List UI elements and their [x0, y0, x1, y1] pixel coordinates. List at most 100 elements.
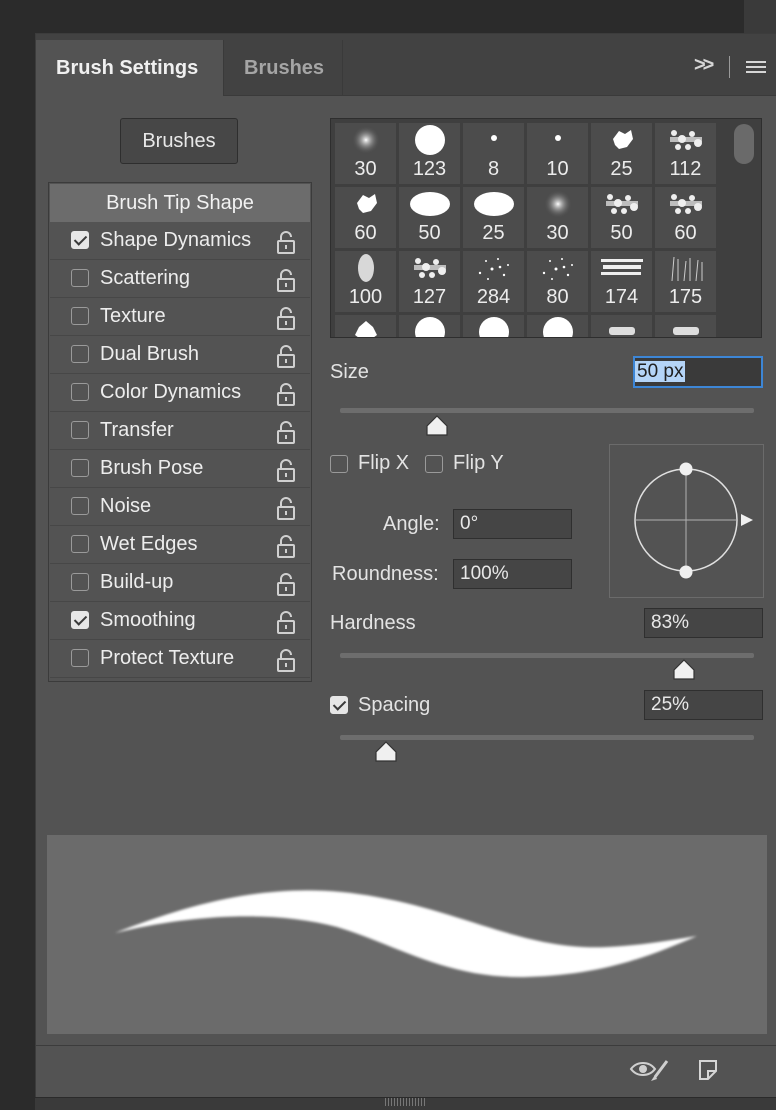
brush-size-label: 174 — [604, 286, 639, 308]
lock-icon[interactable] — [275, 306, 297, 335]
size-slider-handle[interactable] — [425, 415, 449, 437]
brush-preset[interactable] — [399, 315, 460, 337]
hardness-slider-track[interactable] — [340, 653, 754, 658]
spacing-slider-track[interactable] — [340, 735, 754, 740]
lock-icon[interactable] — [275, 344, 297, 373]
brush-preset[interactable] — [655, 315, 716, 337]
brush-preset[interactable]: 25 — [591, 123, 652, 184]
brush-preset[interactable]: 60 — [335, 187, 396, 248]
brush-preset[interactable]: 8 — [463, 123, 524, 184]
lock-icon[interactable] — [275, 230, 297, 259]
brush-preset[interactable]: 30 — [527, 187, 588, 248]
lock-icon[interactable] — [275, 572, 297, 601]
brush-preset[interactable] — [335, 315, 396, 337]
lock-icon[interactable] — [275, 382, 297, 411]
angle-roundness-widget[interactable] — [609, 444, 764, 598]
spacing-checkbox[interactable] — [330, 696, 348, 714]
brush-preset[interactable]: 25 — [463, 187, 524, 248]
footer-divider — [36, 1045, 776, 1046]
brush-preset[interactable]: 50 — [591, 187, 652, 248]
lock-icon[interactable] — [275, 420, 297, 449]
option-checkbox[interactable] — [71, 269, 89, 287]
option-shape-dynamics[interactable]: Shape Dynamics — [50, 222, 310, 260]
panel-menu-icon[interactable] — [746, 61, 766, 75]
brush-size-label: 30 — [546, 222, 569, 244]
resize-grip-icon[interactable] — [385, 1098, 425, 1106]
option-dual-brush[interactable]: Dual Brush — [50, 336, 310, 374]
brush-preset[interactable]: 10 — [527, 123, 588, 184]
roundness-input[interactable]: 100% — [453, 559, 572, 589]
angle-input[interactable]: 0° — [453, 509, 572, 539]
brush-preset[interactable] — [527, 315, 588, 337]
brush-tip-shape-item[interactable]: Brush Tip Shape — [50, 184, 310, 222]
brush-size-label: 60 — [354, 222, 377, 244]
brush-preset[interactable]: 123 — [399, 123, 460, 184]
option-noise[interactable]: Noise — [50, 488, 310, 526]
brush-preset[interactable]: 50 — [399, 187, 460, 248]
brush-preset[interactable]: 60 — [655, 187, 716, 248]
brushes-button[interactable]: Brushes — [120, 118, 238, 164]
angle-compass-icon — [634, 462, 753, 579]
option-checkbox[interactable] — [71, 573, 89, 591]
option-protect-texture[interactable]: Protect Texture — [50, 640, 310, 678]
option-texture[interactable]: Texture — [50, 298, 310, 336]
option-checkbox[interactable] — [71, 231, 89, 249]
hardness-slider-handle[interactable] — [672, 659, 696, 681]
spacing-input[interactable]: 25% — [644, 690, 763, 720]
panel-header: Brush Settings Brushes >> — [36, 34, 776, 96]
size-slider-track[interactable] — [340, 408, 754, 413]
brush-tip-icon — [669, 130, 702, 150]
lock-icon[interactable] — [275, 458, 297, 487]
brush-preset[interactable]: 174 — [591, 251, 652, 312]
flip-x-checkbox[interactable] — [330, 455, 348, 473]
option-scattering[interactable]: Scattering — [50, 260, 310, 298]
lock-icon[interactable] — [275, 534, 297, 563]
option-checkbox[interactable] — [71, 649, 89, 667]
option-checkbox[interactable] — [71, 497, 89, 515]
hardness-input[interactable]: 83% — [644, 608, 763, 638]
create-new-brush-icon[interactable] — [696, 1057, 722, 1083]
brush-size-label: 123 — [412, 158, 447, 180]
brush-preset[interactable]: 112 — [655, 123, 716, 184]
option-color-dynamics[interactable]: Color Dynamics — [50, 374, 310, 412]
option-checkbox[interactable] — [71, 307, 89, 325]
lock-icon[interactable] — [275, 648, 297, 677]
option-transfer[interactable]: Transfer — [50, 412, 310, 450]
option-checkbox[interactable] — [71, 421, 89, 439]
option-smoothing[interactable]: Smoothing — [50, 602, 310, 640]
option-build-up[interactable]: Build-up — [50, 564, 310, 602]
brush-preset[interactable]: 284 — [463, 251, 524, 312]
brush-size-label: 30 — [354, 158, 377, 180]
option-checkbox[interactable] — [71, 383, 89, 401]
brush-preset[interactable]: 30 — [335, 123, 396, 184]
flip-y-checkbox[interactable] — [425, 455, 443, 473]
eye-brush-toggle-icon[interactable] — [629, 1057, 669, 1083]
option-brush-pose[interactable]: Brush Pose — [50, 450, 310, 488]
option-checkbox[interactable] — [71, 345, 89, 363]
option-label: Shape Dynamics — [100, 229, 252, 251]
brush-preset[interactable]: 80 — [527, 251, 588, 312]
lock-icon[interactable] — [275, 268, 297, 297]
spacing-slider-handle[interactable] — [374, 741, 398, 763]
option-checkbox[interactable] — [71, 611, 89, 629]
option-checkbox[interactable] — [71, 459, 89, 477]
lock-icon[interactable] — [275, 610, 297, 639]
tab-brush-settings[interactable]: Brush Settings — [36, 40, 224, 96]
preset-scrollbar[interactable] — [734, 124, 754, 164]
option-label: Brush Pose — [100, 457, 204, 479]
brush-size-label: 25 — [610, 158, 633, 180]
lock-icon[interactable] — [275, 496, 297, 525]
option-checkbox[interactable] — [71, 535, 89, 553]
brush-preset[interactable] — [591, 315, 652, 337]
brush-tip-icon — [356, 194, 377, 213]
collapse-panel-icon[interactable]: >> — [694, 54, 714, 77]
size-input[interactable]: 50 px — [633, 356, 763, 388]
brush-preset[interactable] — [463, 315, 524, 337]
brush-preset[interactable]: 175 — [655, 251, 716, 312]
brush-preset[interactable]: 100 — [335, 251, 396, 312]
tab-brushes[interactable]: Brushes — [224, 40, 343, 96]
option-wet-edges[interactable]: Wet Edges — [50, 526, 310, 564]
option-label: Color Dynamics — [100, 381, 242, 403]
brush-size-label: 10 — [546, 158, 569, 180]
brush-preset[interactable]: 127 — [399, 251, 460, 312]
